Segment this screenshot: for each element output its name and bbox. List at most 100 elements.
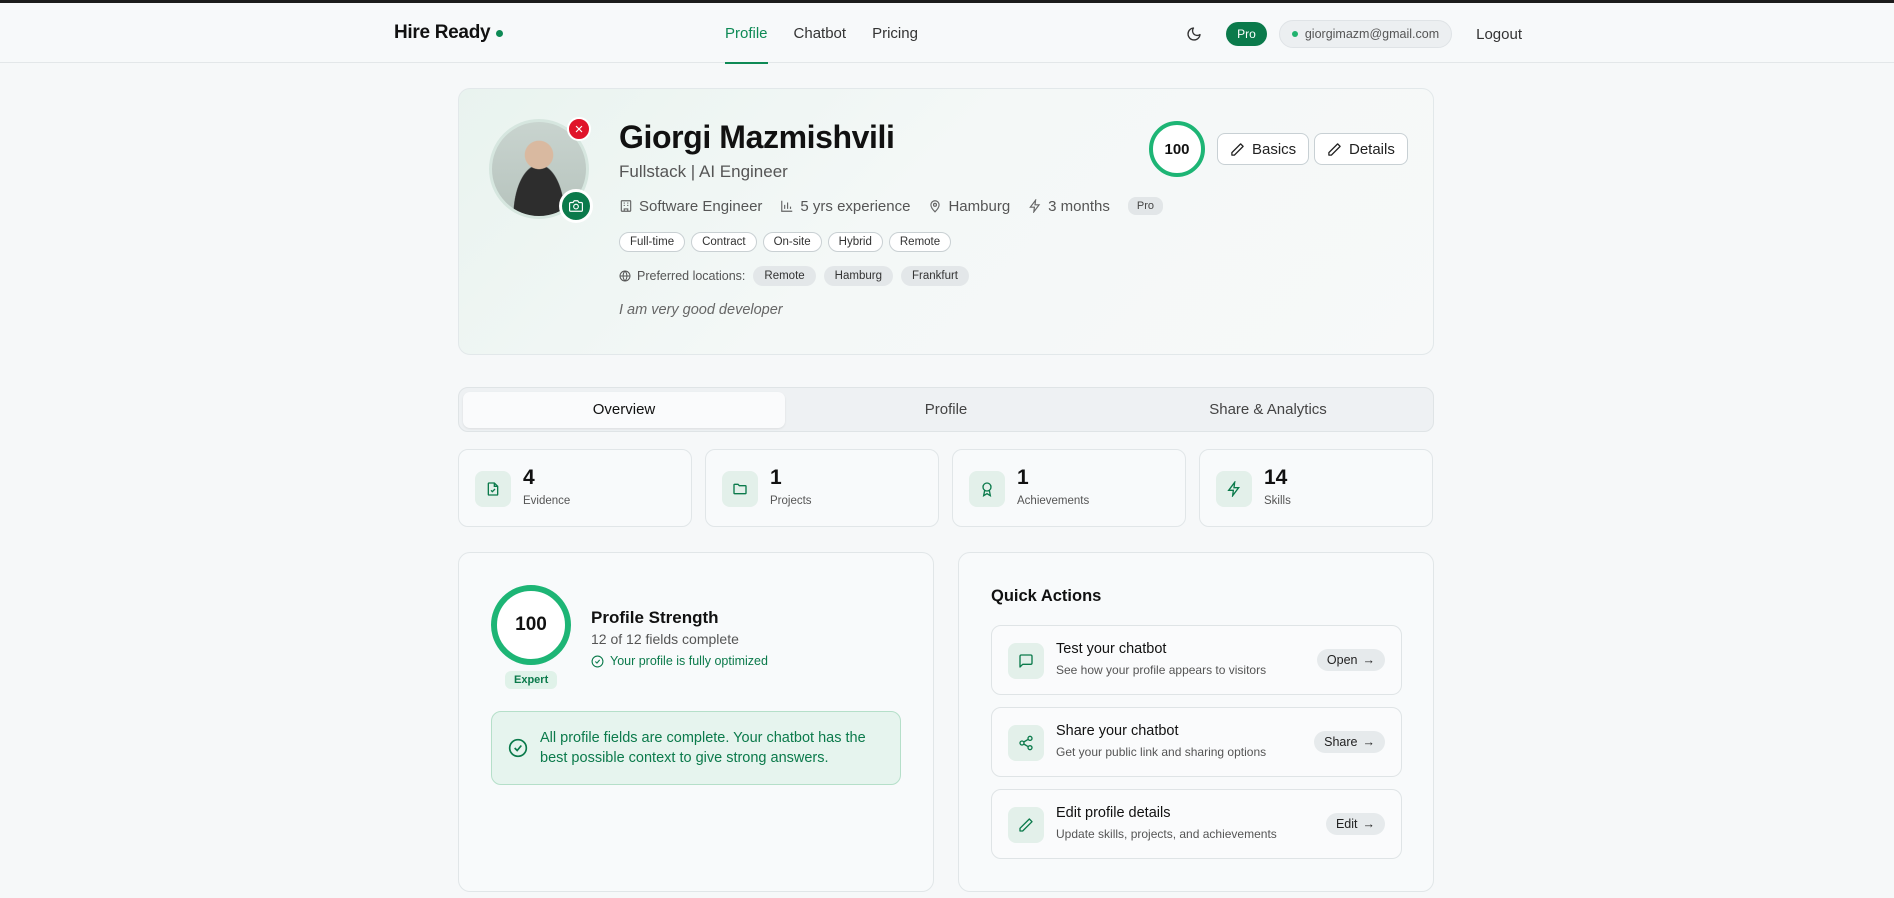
profile-bio: I am very good developer: [619, 302, 783, 318]
plan-badge: Pro: [1226, 22, 1267, 46]
quick-action-edit-details[interactable]: Edit profile details Update skills, proj…: [991, 789, 1402, 859]
work-type-chip: Contract: [691, 232, 757, 252]
preferred-label: Preferred locations:: [637, 269, 746, 283]
stat-card-projects: 1 Projects: [705, 449, 939, 527]
edit-basics-button[interactable]: Basics: [1217, 133, 1310, 165]
quick-action-desc: Update skills, projects, and achievement…: [1056, 827, 1277, 841]
meta-availability: 3 months: [1028, 198, 1110, 215]
location-chip: Remote: [753, 266, 816, 286]
arrow-right-icon: →: [1362, 653, 1376, 667]
work-type-chip: Remote: [888, 232, 952, 252]
check-circle-icon: [591, 655, 604, 667]
main-nav: Profile Chatbot Pricing: [725, 3, 944, 64]
experience-text: 5 yrs experience: [800, 197, 911, 215]
stat-label: Projects: [770, 495, 812, 507]
open-button[interactable]: Open →: [1316, 649, 1385, 671]
bar-chart-icon: [781, 200, 793, 212]
edit-label: Edit: [1335, 817, 1358, 831]
work-type-chip: On-site: [762, 232, 822, 252]
share-icon: [1008, 725, 1044, 761]
nav-link-pricing[interactable]: Pricing: [872, 3, 918, 63]
logout-button[interactable]: Logout: [1476, 26, 1522, 43]
location-chip: Hamburg: [823, 266, 893, 286]
strength-title: Profile Strength: [591, 608, 719, 627]
pencil-icon: [1328, 142, 1341, 156]
strength-score-ring: 100: [491, 585, 571, 665]
tab-profile[interactable]: Profile: [785, 392, 1107, 428]
brand-logo[interactable]: Hire Ready: [394, 22, 504, 44]
nav-right: Pro giorgimazm@gmail.com Logout: [1180, 20, 1522, 48]
map-pin-icon: [930, 200, 941, 213]
bolt-icon: [1216, 471, 1252, 507]
profile-hero: × Giorgi Mazmishvili Fullstack | AI Engi…: [458, 88, 1434, 355]
brand-name: Hire Ready: [394, 22, 491, 43]
stat-label: Evidence: [523, 495, 571, 507]
quick-action-share-chatbot[interactable]: Share your chatbot Get your public link …: [991, 707, 1402, 777]
avatar-wrap: ×: [489, 117, 593, 223]
profile-headline: Fullstack | AI Engineer: [619, 162, 788, 181]
strength-status-text: Your profile is fully optimized: [610, 654, 768, 668]
quick-actions-panel: Quick Actions Test your chatbot See how …: [958, 552, 1434, 892]
hero-score-ring: 100: [1149, 121, 1205, 177]
online-dot: [1291, 31, 1298, 37]
building-icon: [620, 200, 632, 212]
stat-card-evidence: 4 Evidence: [458, 449, 692, 527]
stat-value: 1: [1017, 466, 1029, 489]
folder-icon: [722, 471, 758, 507]
meta-location: Hamburg: [928, 198, 1010, 215]
stat-label: Achievements: [1017, 495, 1090, 507]
role-text: Software Engineer: [639, 197, 763, 215]
nav-link-chatbot[interactable]: Chatbot: [794, 3, 847, 63]
completion-notice: All profile fields are complete. Your ch…: [491, 711, 901, 785]
pencil-icon: [1008, 807, 1044, 843]
check-circle-icon: [508, 738, 528, 758]
profile-meta: Software Engineer 5 yrs experience Hambu…: [619, 197, 1163, 215]
edit-details-button[interactable]: Details: [1314, 133, 1408, 165]
tab-overview[interactable]: Overview: [463, 391, 785, 428]
details-label: Details: [1349, 140, 1395, 158]
completion-text: All profile fields are complete. Your ch…: [540, 730, 866, 766]
navbar: Hire Ready Profile Chatbot Pricing Pro g…: [0, 3, 1894, 64]
edit-button[interactable]: Edit →: [1325, 813, 1385, 835]
account-email-text: giorgimazm@gmail.com: [1304, 27, 1440, 41]
work-type-chips: Full-time Contract On-site Hybrid Remote: [619, 232, 952, 252]
quick-action-desc: Get your public link and sharing options: [1056, 745, 1267, 759]
stat-card-skills: 14 Skills: [1199, 449, 1433, 527]
basics-label: Basics: [1252, 140, 1297, 158]
meta-experience: 5 yrs experience: [780, 198, 910, 215]
arrow-right-icon: →: [1362, 817, 1376, 831]
camera-icon[interactable]: [559, 189, 593, 223]
globe-icon: [619, 270, 631, 282]
share-label: Share: [1324, 735, 1358, 749]
moon-icon[interactable]: [1180, 20, 1208, 48]
work-type-chip: Full-time: [619, 232, 686, 252]
stat-label: Skills: [1264, 495, 1291, 507]
availability-text: 3 months: [1048, 197, 1110, 215]
nav-link-profile[interactable]: Profile: [725, 3, 768, 64]
quick-action-desc: See how your profile appears to visitors: [1056, 663, 1267, 677]
profile-name: Giorgi Mazmishvili: [619, 119, 895, 155]
level-badge: Expert: [505, 671, 558, 689]
file-icon: [475, 471, 511, 507]
profile-tabs: Overview Profile Share & Analytics: [458, 387, 1434, 432]
award-icon: [969, 471, 1005, 507]
location-text: Hamburg: [948, 197, 1011, 215]
strength-fields: 12 of 12 fields complete: [591, 631, 739, 647]
meta-role: Software Engineer: [619, 198, 762, 215]
stat-value: 4: [523, 466, 535, 489]
quick-action-title: Test your chatbot: [1056, 641, 1167, 657]
pencil-icon: [1231, 142, 1244, 156]
strength-status: Your profile is fully optimized: [591, 654, 768, 668]
work-type-chip: Hybrid: [827, 232, 883, 252]
bolt-icon: [1029, 199, 1041, 213]
share-button[interactable]: Share →: [1314, 731, 1385, 753]
profile-strength-panel: 100 Expert Profile Strength 12 of 12 fie…: [458, 552, 934, 892]
stat-value: 14: [1264, 466, 1288, 489]
account-email[interactable]: giorgimazm@gmail.com: [1278, 20, 1453, 48]
quick-action-test-chatbot[interactable]: Test your chatbot See how your profile a…: [991, 625, 1402, 695]
stat-card-achievements: 1 Achievements: [952, 449, 1186, 527]
tab-share-analytics[interactable]: Share & Analytics: [1107, 392, 1429, 428]
pro-tag: Pro: [1127, 197, 1163, 215]
location-chip: Frankfurt: [900, 266, 969, 286]
remove-photo-icon[interactable]: ×: [567, 117, 591, 141]
